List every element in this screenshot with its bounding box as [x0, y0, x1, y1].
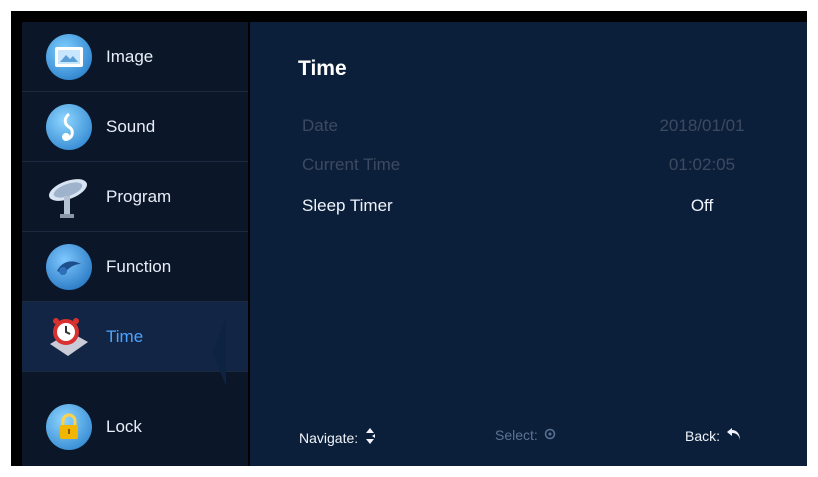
- sidebar-item-label: Sound: [106, 116, 156, 136]
- sidebar-item-program[interactable]: Program: [22, 162, 248, 232]
- select-hint: Select:: [495, 427, 556, 443]
- active-item-pointer: [212, 318, 226, 386]
- sidebar-item-label: Image: [106, 46, 154, 66]
- sidebar-item-image[interactable]: Image: [22, 22, 248, 92]
- date-label: Date: [302, 116, 338, 135]
- sidebar-item-label: Lock: [106, 417, 142, 436]
- sidebar-menu: Image Sound Program Function Time Lock: [22, 22, 248, 466]
- satellite-dish-icon: [46, 174, 92, 220]
- date-row: Date 2018/01/01: [302, 111, 762, 141]
- navigate-hint: Navigate:: [299, 427, 376, 448]
- sidebar-item-function[interactable]: Function: [22, 232, 248, 302]
- sleep-timer-label: Sleep Timer: [302, 196, 393, 215]
- clock-icon: [46, 314, 92, 360]
- back-label: Back:: [685, 427, 721, 444]
- current-time-label: Current Time: [302, 155, 401, 174]
- back-arrow-icon: [726, 427, 742, 444]
- select-label: Select:: [495, 427, 538, 443]
- sidebar-item-label: Program: [106, 186, 172, 206]
- globe-icon: [46, 243, 92, 290]
- date-value: 2018/01/01: [659, 116, 745, 135]
- time-settings-panel: Time Date 2018/01/01 Current Time 01:02:…: [250, 22, 807, 466]
- sidebar-item-label: Function: [106, 256, 172, 276]
- sidebar-item-lock[interactable]: Lock: [22, 392, 248, 462]
- image-icon: [46, 33, 92, 80]
- back-hint: Back:: [685, 427, 742, 444]
- lock-icon: [46, 404, 92, 450]
- music-note-icon: [46, 103, 92, 150]
- sidebar-item-sound[interactable]: Sound: [22, 92, 248, 162]
- sleep-timer-row[interactable]: Sleep Timer Off: [302, 191, 762, 221]
- current-time-row: Current Time 01:02:05: [302, 150, 762, 180]
- current-time-value: 01:02:05: [668, 155, 736, 174]
- navigate-label: Navigate:: [299, 429, 359, 446]
- page-title: Time: [298, 57, 347, 80]
- ok-button-icon: [544, 427, 556, 443]
- sidebar-item-label: Time: [106, 326, 144, 346]
- navigate-arrows-icon: [364, 427, 376, 448]
- sleep-timer-value[interactable]: Off: [642, 196, 762, 216]
